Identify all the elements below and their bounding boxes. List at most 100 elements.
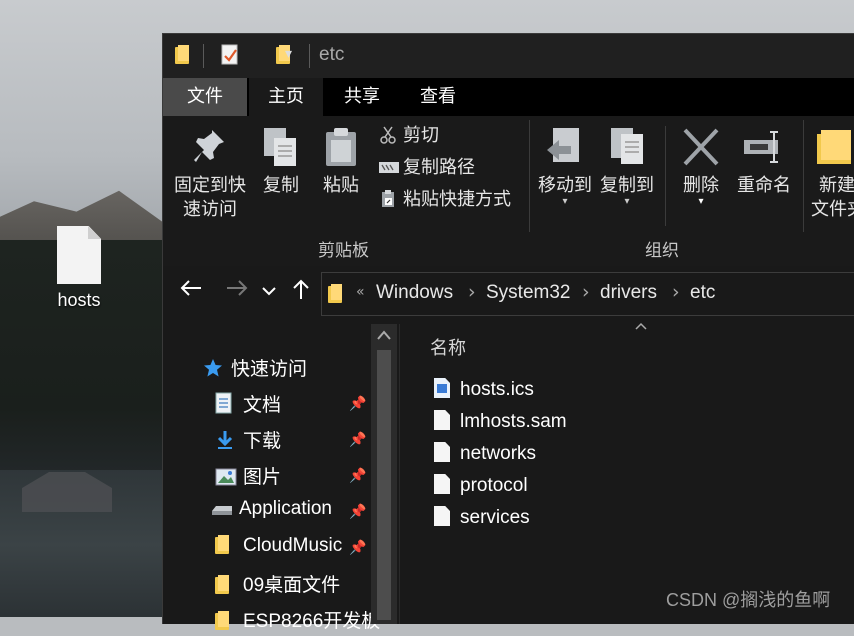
breadcrumb-separator-icon[interactable]: › bbox=[672, 281, 680, 303]
tab-view[interactable]: 查看 bbox=[401, 78, 475, 116]
pin-label-2: 速访问 bbox=[183, 199, 237, 220]
move-to-button[interactable]: 移动到 ▾ bbox=[535, 126, 595, 207]
delete-button[interactable]: 删除 ▾ bbox=[675, 126, 727, 207]
copy-path-label: 复制路径 bbox=[403, 157, 475, 178]
ribbon-tabs: 文件 主页 共享 查看 bbox=[163, 78, 854, 116]
properties-icon[interactable] bbox=[221, 44, 239, 70]
folder-icon bbox=[328, 283, 344, 303]
delete-chevron-icon: ▾ bbox=[698, 196, 704, 207]
move-to-chevron-icon: ▾ bbox=[562, 196, 568, 207]
pin-icon bbox=[192, 126, 228, 168]
copy-button[interactable]: 复制 bbox=[255, 126, 307, 198]
ribbon-group-separator bbox=[529, 120, 530, 232]
desktop-icon-label: hosts bbox=[57, 290, 101, 310]
nav-item-label: 图片 bbox=[243, 467, 282, 488]
pin-label-1: 固定到快 bbox=[174, 175, 246, 196]
document-icon bbox=[215, 392, 235, 414]
nav-pane-scrollbar[interactable] bbox=[371, 324, 397, 624]
nav-item-esp8266[interactable]: ESP8266开发板 bbox=[215, 606, 380, 636]
copy-label: 复制 bbox=[263, 175, 299, 196]
paste-shortcut-icon bbox=[379, 190, 397, 208]
recent-locations-chevron-icon[interactable] bbox=[261, 280, 277, 305]
breadcrumb-etc[interactable]: etc bbox=[690, 282, 715, 304]
title-separator bbox=[203, 44, 204, 68]
nav-item-label: Application bbox=[239, 498, 332, 519]
title-separator bbox=[309, 44, 310, 68]
file-icon bbox=[434, 506, 450, 526]
new-folder-label-2: 文件夹 bbox=[811, 199, 854, 220]
star-icon bbox=[203, 358, 223, 378]
paste-shortcut-button[interactable]: 粘贴快捷方式 bbox=[379, 188, 511, 212]
nav-item-pictures[interactable]: 图片 bbox=[215, 462, 281, 492]
file-icon bbox=[434, 474, 450, 494]
folder-icon bbox=[215, 574, 235, 594]
breadcrumb-system32[interactable]: System32 bbox=[486, 282, 570, 304]
rename-button[interactable]: 重命名 bbox=[731, 126, 797, 198]
delete-label: 删除 bbox=[683, 175, 719, 196]
scroll-up-icon[interactable] bbox=[377, 328, 391, 344]
pin-icon[interactable]: 📌 bbox=[349, 540, 366, 556]
scrollbar-thumb[interactable] bbox=[377, 350, 391, 620]
new-folder-button[interactable]: 新建 文件夹 bbox=[807, 126, 854, 222]
breadcrumb-separator-icon[interactable]: › bbox=[468, 281, 476, 303]
breadcrumb-windows[interactable]: Windows bbox=[376, 282, 453, 304]
paste-button[interactable]: 粘贴 bbox=[315, 126, 367, 198]
pin-icon[interactable]: 📌 bbox=[349, 396, 366, 412]
copy-path-button[interactable]: 复制路径 bbox=[379, 156, 475, 180]
window-title: etc bbox=[319, 44, 345, 65]
file-icon bbox=[434, 410, 450, 430]
pin-icon[interactable]: 📌 bbox=[349, 468, 366, 484]
new-folder-label-1: 新建 bbox=[819, 175, 854, 196]
ribbon-separator bbox=[665, 126, 666, 226]
file-row-protocol[interactable]: protocol bbox=[434, 474, 528, 504]
nav-quick-access-label: 快速访问 bbox=[231, 359, 308, 380]
file-row-hosts-ics[interactable]: hosts.ics bbox=[434, 378, 534, 408]
column-header-name[interactable]: 名称 bbox=[430, 334, 466, 360]
navigation-bar: « Windows › System32 › drivers › etc bbox=[163, 266, 854, 318]
paste-label: 粘贴 bbox=[323, 175, 359, 196]
back-arrow-icon[interactable] bbox=[179, 278, 203, 304]
tab-share[interactable]: 共享 bbox=[325, 78, 399, 116]
tab-home[interactable]: 主页 bbox=[249, 78, 323, 116]
pin-icon[interactable]: 📌 bbox=[349, 432, 366, 448]
nav-item-label: 下载 bbox=[243, 431, 282, 452]
copy-to-chevron-icon: ▾ bbox=[624, 196, 630, 207]
copy-to-icon bbox=[607, 126, 647, 168]
nav-item-application[interactable]: Application bbox=[211, 498, 347, 528]
tab-file[interactable]: 文件 bbox=[163, 78, 247, 116]
copy-path-icon bbox=[379, 158, 399, 176]
nav-item-09-desktop-files[interactable]: 09桌面文件 bbox=[215, 570, 340, 600]
nav-item-cloudmusic[interactable]: CloudMusic bbox=[215, 534, 347, 564]
desktop-icon-hosts[interactable]: hosts bbox=[44, 226, 114, 311]
move-to-icon bbox=[545, 126, 585, 168]
drive-icon bbox=[211, 501, 232, 521]
nav-quick-access[interactable]: 快速访问 bbox=[203, 354, 307, 384]
file-icon bbox=[57, 226, 101, 284]
file-row-lmhosts-sam[interactable]: lmhosts.sam bbox=[434, 410, 567, 440]
new-folder-icon bbox=[815, 126, 854, 168]
pin-quick-access-button[interactable]: 固定到快 速访问 bbox=[171, 126, 249, 222]
pin-icon[interactable]: 📌 bbox=[349, 504, 366, 520]
folder-icon bbox=[175, 44, 191, 64]
nav-item-downloads[interactable]: 下载 bbox=[215, 426, 281, 456]
title-bar[interactable]: ▾ etc bbox=[163, 34, 854, 78]
copy-to-label: 复制到 bbox=[600, 175, 654, 196]
customize-toolbar-chevron-icon[interactable]: ▾ bbox=[285, 46, 292, 62]
forward-arrow-icon[interactable] bbox=[225, 278, 249, 304]
copy-to-button[interactable]: 复制到 ▾ bbox=[597, 126, 657, 207]
breadcrumb-drivers[interactable]: drivers bbox=[600, 282, 657, 304]
overflow-chevron-icon[interactable]: « bbox=[356, 284, 365, 300]
nav-item-label: 文档 bbox=[243, 395, 282, 416]
clipboard-group-label: 剪贴板 bbox=[318, 241, 369, 261]
file-row-networks[interactable]: networks bbox=[434, 442, 536, 472]
file-row-services[interactable]: services bbox=[434, 506, 530, 536]
paste-shortcut-label: 粘贴快捷方式 bbox=[403, 189, 511, 210]
address-bar[interactable]: « Windows › System32 › drivers › etc bbox=[321, 272, 854, 316]
ribbon-group-separator bbox=[803, 120, 804, 232]
nav-item-label: 09桌面文件 bbox=[243, 575, 341, 596]
up-arrow-icon[interactable] bbox=[291, 278, 311, 306]
download-icon bbox=[215, 430, 235, 450]
cut-button[interactable]: 剪切 bbox=[379, 124, 439, 148]
breadcrumb-separator-icon[interactable]: › bbox=[582, 281, 590, 303]
nav-item-documents[interactable]: 文档 bbox=[215, 390, 281, 420]
